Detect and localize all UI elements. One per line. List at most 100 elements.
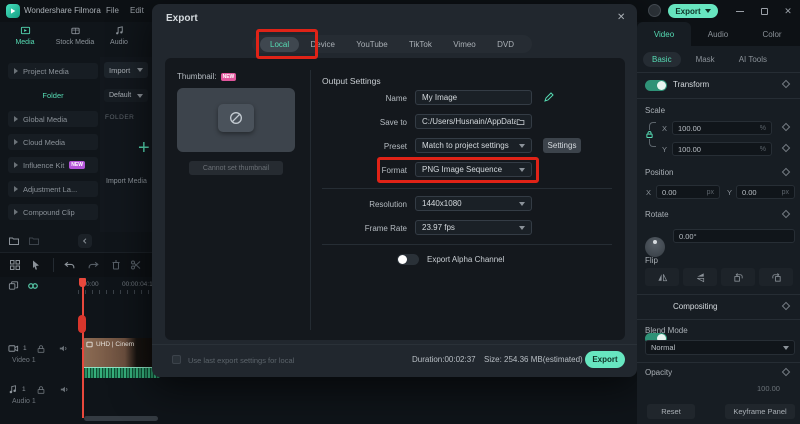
scale-y-keyframe-icon[interactable] — [781, 143, 791, 153]
split-scissors-icon[interactable] — [130, 259, 142, 271]
blend-mode-dropdown[interactable]: Normal — [645, 340, 795, 355]
alpha-channel-label: Export Alpha Channel — [427, 255, 505, 264]
add-media-plus-icon[interactable]: + — [138, 137, 150, 160]
alpha-channel-toggle[interactable] — [397, 254, 419, 265]
layout-grid-icon[interactable] — [9, 259, 21, 271]
position-y-input[interactable]: 0.00 px — [736, 185, 795, 199]
tab-audio-props[interactable]: Audio — [691, 22, 745, 46]
snapshot-icon[interactable] — [8, 280, 19, 291]
new-folder-icon[interactable] — [8, 235, 20, 247]
tab-youtube[interactable]: YouTube — [346, 37, 397, 52]
close-button[interactable]: ✕ — [782, 5, 794, 17]
saveto-input[interactable]: C:/Users/Husnain/AppData/R — [415, 114, 532, 129]
framerate-dropdown[interactable]: 23.97 fps — [415, 220, 532, 235]
saveto-label: Save to — [379, 118, 407, 127]
name-input[interactable]: My Image — [415, 90, 532, 105]
scale-x-input[interactable]: 100.00 % — [672, 121, 772, 135]
sidebar-item-global-media[interactable]: Global Media — [8, 111, 98, 127]
browse-folder-icon[interactable] — [516, 117, 525, 127]
export-button-top[interactable]: Export — [668, 4, 718, 18]
keyframe-panel-button[interactable]: Keyframe Panel — [725, 404, 795, 419]
timeline-clip-video[interactable]: UHD | Cinem — [82, 338, 160, 367]
sidebar-item-project-media[interactable]: Project Media — [8, 63, 98, 79]
subtab-mask[interactable]: Mask — [687, 52, 724, 67]
rotate-counterclockwise-button[interactable] — [721, 268, 755, 286]
compositing-label: Compositing — [673, 302, 718, 311]
resolution-dropdown[interactable]: 1440x1080 — [415, 196, 532, 211]
timeline-scrollbar[interactable] — [84, 416, 158, 421]
delete-folder-icon[interactable] — [28, 235, 40, 247]
preset-dropdown[interactable]: Match to project settings — [415, 138, 532, 153]
tab-tiktok[interactable]: TikTok — [399, 37, 442, 52]
media-icon — [20, 26, 30, 35]
transform-keyframe-icon[interactable] — [781, 79, 791, 89]
app-name: Wondershare Filmora — [24, 6, 101, 15]
rotate-dial[interactable] — [645, 237, 665, 257]
rename-pen-icon[interactable] — [543, 91, 555, 103]
folder-heading: FOLDER — [105, 114, 135, 121]
settings-button[interactable]: Settings — [543, 138, 581, 153]
new-badge: NEW — [69, 161, 85, 169]
tab-video[interactable]: Video — [637, 22, 691, 46]
scale-link-lock[interactable] — [643, 122, 656, 147]
export-confirm-button[interactable]: Export — [585, 351, 625, 368]
sidebar-item-adjustment-layer[interactable]: Adjustment La... — [8, 181, 98, 197]
avatar[interactable] — [648, 4, 661, 17]
scale-x-label: X — [662, 124, 668, 133]
sort-dropdown[interactable]: Default — [104, 89, 148, 102]
sidebar-item-influence-kit[interactable]: Influence Kit NEW — [8, 157, 98, 173]
redo-icon[interactable] — [87, 259, 100, 272]
position-x-input[interactable]: 0.00 px — [656, 185, 720, 199]
compositing-keyframe-icon[interactable] — [781, 301, 791, 311]
sidebar-item-folder[interactable]: Folder — [8, 87, 98, 103]
rotate-clockwise-button[interactable] — [759, 268, 793, 286]
menu-file[interactable]: File — [106, 6, 119, 15]
restore-button[interactable] — [758, 5, 770, 17]
menu-edit[interactable]: Edit — [130, 6, 144, 15]
tab-dvd[interactable]: DVD — [487, 37, 524, 52]
scale-y-input[interactable]: 100.00 % — [672, 142, 772, 156]
playhead-handle[interactable] — [79, 278, 86, 287]
audio-track-icon — [9, 385, 16, 394]
transform-toggle[interactable] — [645, 80, 667, 91]
flip-horizontal-button[interactable] — [645, 268, 679, 286]
output-settings-heading: Output Settings — [322, 76, 381, 86]
use-last-settings-checkbox[interactable] — [172, 355, 181, 364]
subtab-basic[interactable]: Basic — [643, 52, 681, 67]
playhead[interactable] — [82, 278, 84, 418]
collapse-panel-button[interactable] — [78, 234, 92, 248]
position-x-label: X — [646, 188, 652, 197]
scale-heading: Scale — [645, 106, 666, 115]
properties-tabs: Video Audio Color — [637, 22, 800, 46]
dialog-close-icon[interactable]: ✕ — [617, 12, 625, 23]
caret-right-icon — [14, 139, 18, 145]
import-dropdown[interactable]: Import — [104, 62, 148, 78]
position-keyframe-icon[interactable] — [781, 167, 791, 177]
opacity-keyframe-icon[interactable] — [781, 367, 791, 377]
sidebar-item-cloud-media[interactable]: Cloud Media — [8, 134, 98, 150]
cannot-set-thumbnail-button[interactable]: Cannot set thumbnail — [189, 161, 283, 175]
select-tool-icon[interactable] — [30, 259, 42, 271]
tab-stock-media[interactable]: Stock Media — [52, 25, 98, 55]
tab-media[interactable]: Media — [2, 25, 48, 55]
subtab-ai-tools[interactable]: AI Tools — [730, 52, 776, 67]
playhead-marker[interactable] — [78, 315, 86, 333]
new-badge: NEW — [220, 72, 237, 81]
scale-y-label: Y — [662, 145, 668, 154]
tab-color[interactable]: Color — [745, 22, 799, 46]
rotate-keyframe-icon[interactable] — [781, 209, 791, 219]
sidebar-item-compound-clip[interactable]: Compound Clip — [8, 204, 98, 220]
ruler-ticks[interactable] — [78, 290, 152, 294]
undo-icon[interactable] — [63, 259, 76, 272]
timeline-clip-audio[interactable] — [82, 367, 160, 378]
thumbnail-preview[interactable] — [177, 88, 295, 152]
flip-vertical-button[interactable] — [683, 268, 717, 286]
reset-button[interactable]: Reset — [647, 404, 695, 419]
delete-icon[interactable] — [110, 259, 122, 271]
tab-vimeo[interactable]: Vimeo — [443, 37, 486, 52]
audio-icon — [115, 26, 123, 35]
rotate-input[interactable]: 0.00° — [673, 229, 795, 243]
link-clips-icon[interactable] — [27, 280, 39, 292]
minimize-button[interactable] — [734, 5, 746, 17]
scale-x-keyframe-icon[interactable] — [781, 122, 791, 132]
